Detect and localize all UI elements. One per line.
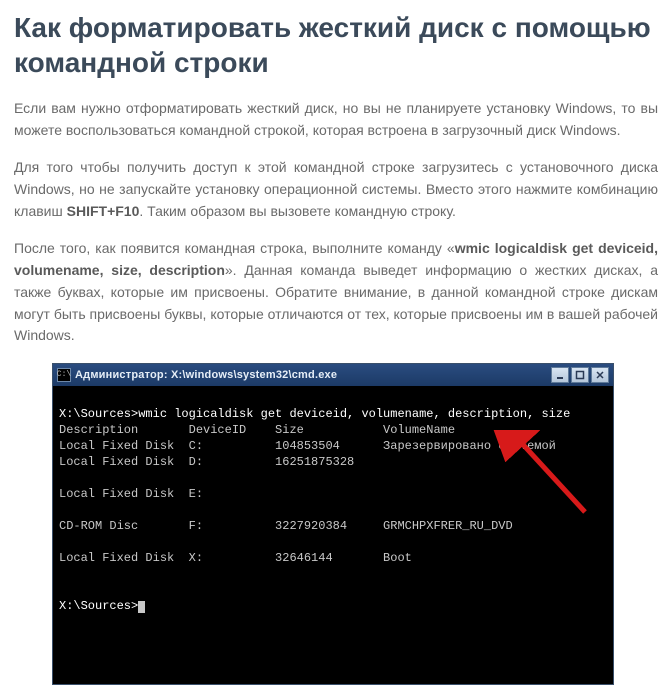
titlebar: C:\ Администратор: X:\windows\system32\c… [53,364,613,386]
output-row: Local Fixed Disk X: 32646144 Boot [59,551,412,565]
minimize-button[interactable] [551,367,569,383]
paragraph-3: После того, как появится командная строк… [14,238,658,346]
prompt-1: X:\Sources> [59,407,138,421]
maximize-button[interactable] [571,367,589,383]
output-header: Description DeviceID Size VolumeName [59,423,455,437]
paragraph-2: Для того чтобы получить доступ к этой ко… [14,157,658,222]
article-title: Как форматировать жесткий диск с помощью… [14,10,658,80]
shortcut-keys: SHIFT+F10 [67,203,140,219]
paragraph-1: Если вам нужно отформатировать жесткий д… [14,98,658,141]
cursor-icon [138,601,145,613]
output-row: Local Fixed Disk D: 16251875328 [59,455,354,469]
prompt-2: X:\Sources> [59,599,138,613]
window-buttons [551,367,609,383]
output-row: CD-ROM Disc F: 3227920384 GRMCHPXFRER_RU… [59,519,513,533]
paragraph-3a: После того, как появится командная строк… [14,240,455,256]
entered-command: wmic logicaldisk get deviceid, volumenam… [138,407,570,421]
paragraph-2b: . Таким образом вы вызовете командную ст… [139,203,455,219]
console-output: X:\Sources>wmic logicaldisk get deviceid… [53,386,613,684]
output-row: Local Fixed Disk E: [59,487,203,501]
close-button[interactable] [591,367,609,383]
cmd-icon: C:\ [57,368,71,382]
output-row: Local Fixed Disk C: 104853504 Зарезервир… [59,439,556,453]
cmd-window: C:\ Администратор: X:\windows\system32\c… [52,363,614,685]
window-title: Администратор: X:\windows\system32\cmd.e… [75,369,547,381]
